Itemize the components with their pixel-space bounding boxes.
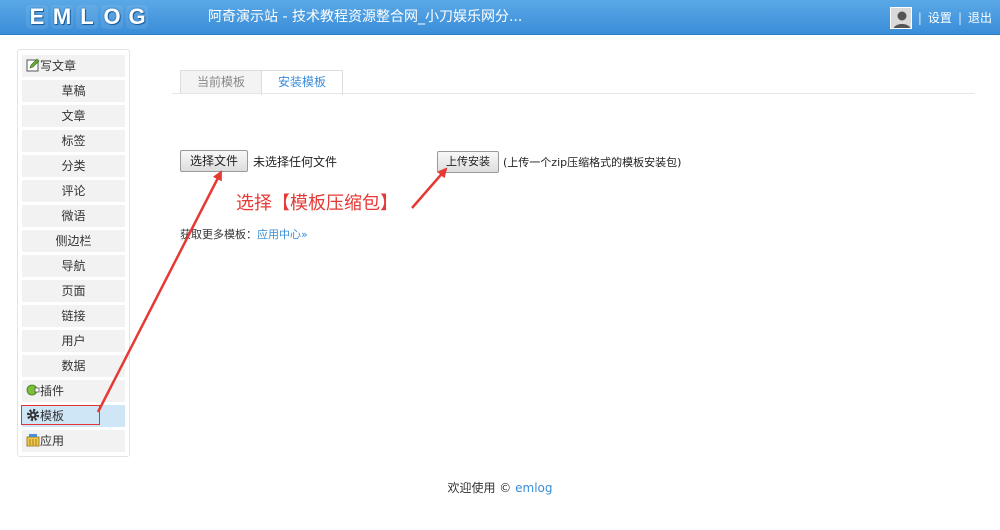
edit-icon: [26, 58, 40, 72]
sidebar-item-label: 侧边栏: [55, 234, 92, 248]
avatar[interactable]: [889, 6, 912, 29]
sidebar-item-tags[interactable]: 标签: [22, 130, 125, 152]
settings-link[interactable]: 设置: [928, 9, 952, 26]
sidebar-item-label: 分类: [61, 159, 86, 173]
sidebar-nav: 写文章 草稿 文章 标签 分类 评论 微语 侧边栏 导航 页面 链接 用户 数据…: [17, 49, 130, 457]
annotation-text: 选择【模板压缩包】: [236, 193, 398, 214]
upload-install-button[interactable]: 上传安装: [437, 151, 499, 173]
sidebar-item-navigation[interactable]: 导航: [22, 255, 125, 277]
arrow-to-upload-button: [411, 167, 448, 209]
emlog-logo[interactable]: E M L O G: [26, 5, 148, 31]
no-file-label: 未选择任何文件: [253, 155, 338, 169]
top-header: E M L O G 阿奇演示站 - 技术教程资源整合网_小刀娱乐网分... | …: [0, 0, 1000, 35]
footer: 欢迎使用 © emlog: [0, 479, 1000, 496]
active-item-highlight: [21, 405, 100, 425]
sidebar-item-label: 数据: [61, 359, 86, 373]
sidebar-item-label: 应用: [40, 434, 65, 448]
more-templates: 获取更多模板：应用中心»: [180, 226, 308, 242]
separator: |: [957, 10, 962, 25]
sidebar-item-links[interactable]: 链接: [22, 305, 125, 327]
logo-letter: O: [101, 5, 123, 29]
sidebar-item-label: 草稿: [61, 84, 86, 98]
sidebar-item-comments[interactable]: 评论: [22, 180, 125, 202]
sidebar-item-label: 标签: [61, 134, 86, 148]
sidebar-item-drafts[interactable]: 草稿: [22, 80, 125, 102]
sidebar-item-pages[interactable]: 页面: [22, 280, 125, 302]
tab-divider: [172, 93, 975, 94]
app-center-link[interactable]: 应用中心»: [257, 228, 308, 241]
sidebar-item-label: 评论: [61, 184, 86, 198]
sidebar-item-label: 插件: [40, 384, 65, 398]
upload-hint: (上传一个zip压缩格式的模板安装包): [503, 156, 682, 169]
sidebar-item-label: 链接: [61, 309, 86, 323]
sidebar-item-label: 微语: [61, 209, 86, 223]
sidebar-item-label: 导航: [61, 259, 86, 273]
choose-file-button[interactable]: 选择文件: [180, 150, 248, 172]
logo-letter: E: [26, 5, 48, 29]
sidebar-item-plugins[interactable]: 插件: [22, 380, 125, 402]
logo-letter: M: [51, 4, 73, 29]
sidebar-item-apps[interactable]: 应用: [22, 430, 125, 452]
sidebar-item-label: 文章: [61, 109, 86, 123]
sidebar-item-categories[interactable]: 分类: [22, 155, 125, 177]
template-tabs: 当前模板 安装模板: [180, 70, 344, 95]
sidebar-item-label: 写文章: [40, 59, 77, 73]
tab-install-template[interactable]: 安装模板: [261, 70, 344, 95]
sidebar-item-micro-posts[interactable]: 微语: [22, 205, 125, 227]
plugin-icon: [26, 384, 40, 396]
logo-letter: G: [126, 5, 148, 29]
annotation-arrows: [96, 167, 448, 413]
logout-link[interactable]: 退出: [968, 9, 992, 26]
sidebar-item-label: 用户: [61, 334, 86, 348]
site-title[interactable]: 阿奇演示站 - 技术教程资源整合网_小刀娱乐网分...: [208, 0, 522, 35]
sidebar-item-write-post[interactable]: 写文章: [22, 55, 125, 77]
sidebar-item-widgets[interactable]: 侧边栏: [22, 230, 125, 252]
sidebar-item-users[interactable]: 用户: [22, 330, 125, 352]
separator: |: [917, 10, 922, 25]
sidebar-item-label: 页面: [61, 284, 86, 298]
logo-letter: L: [76, 5, 98, 29]
user-avatar-icon: [890, 7, 911, 28]
emlog-link[interactable]: emlog: [515, 481, 552, 495]
sidebar-item-posts[interactable]: 文章: [22, 105, 125, 127]
more-templates-label: 获取更多模板：: [180, 228, 257, 241]
footer-text: 欢迎使用 ©: [447, 481, 512, 495]
tab-current-template[interactable]: 当前模板: [180, 70, 263, 94]
app-store-icon: [26, 434, 40, 447]
sidebar-item-data[interactable]: 数据: [22, 355, 125, 377]
header-actions: | 设置 | 退出: [889, 0, 992, 35]
